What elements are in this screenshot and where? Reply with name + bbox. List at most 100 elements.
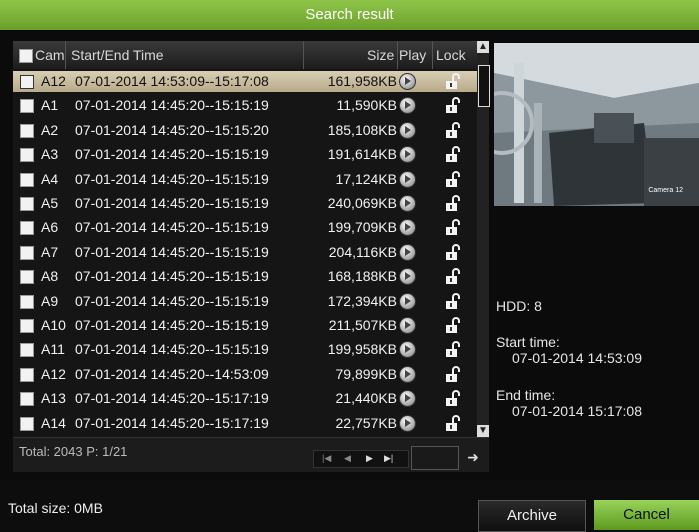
row-time: 07-01-2014 14:45:20--15:15:19 [75, 243, 269, 260]
row-time: 07-01-2014 14:45:20--15:15:19 [75, 341, 269, 358]
table-row[interactable]: A6 07-01-2014 14:45:20--15:15:19 199,709KB [13, 217, 477, 238]
table-header: Cam Start/End Time Size Play Lock [13, 41, 477, 69]
row-checkbox[interactable] [20, 75, 34, 89]
window-title: Search result [0, 0, 699, 30]
unlock-icon[interactable] [443, 121, 460, 139]
row-cam: A8 [41, 268, 59, 285]
unlock-icon[interactable] [443, 97, 460, 114]
first-page-icon[interactable]: |◀ [322, 453, 331, 464]
play-icon[interactable] [399, 73, 416, 90]
play-icon[interactable] [399, 414, 416, 432]
play-icon[interactable] [399, 365, 416, 383]
play-icon[interactable] [399, 341, 416, 359]
scroll-down-icon[interactable]: ▼ [477, 425, 489, 437]
unlock-icon[interactable] [443, 170, 460, 188]
last-page-icon[interactable]: ▶| [384, 453, 393, 464]
start-time-value: 07-01-2014 14:53:09 [512, 350, 642, 366]
row-checkbox[interactable] [20, 343, 34, 358]
table-footer: Total: 2043 P: 1/21 |◀ ◀ ▶ ▶| ➜ [13, 437, 489, 472]
row-checkbox[interactable] [20, 416, 34, 431]
page-number-input[interactable] [411, 446, 459, 470]
row-size: 22,757KB [335, 414, 398, 431]
header-size[interactable]: Size [367, 47, 394, 63]
row-checkbox[interactable] [20, 367, 34, 382]
row-checkbox[interactable] [20, 123, 34, 138]
table-row[interactable]: A12 07-01-2014 14:53:09--15:17:08 161,958K… [13, 71, 477, 92]
row-checkbox[interactable] [20, 172, 34, 187]
select-all-checkbox[interactable] [19, 49, 33, 63]
play-icon[interactable] [399, 97, 416, 115]
unlock-icon[interactable] [443, 341, 460, 358]
unlock-icon[interactable] [443, 292, 460, 310]
play-icon[interactable] [399, 292, 416, 310]
unlock-icon[interactable] [443, 73, 460, 90]
play-icon[interactable] [399, 195, 416, 212]
row-cam: A6 [41, 219, 59, 236]
row-size: 172,394KB [327, 292, 397, 309]
row-time: 07-01-2014 14:45:20--15:15:19 [75, 317, 269, 333]
table-scrollbar[interactable]: ▲ ▼ [477, 41, 490, 437]
row-time: 07-01-2014 14:45:20--15:15:20 [75, 121, 269, 138]
unlock-icon[interactable] [443, 317, 460, 334]
scroll-thumb[interactable] [478, 65, 490, 107]
row-size: 17,124KB [335, 170, 398, 187]
play-icon[interactable] [399, 390, 416, 408]
row-time: 07-01-2014 14:45:20--15:15:19 [75, 195, 269, 211]
row-checkbox[interactable] [20, 319, 34, 333]
table-row[interactable]: A11 07-01-2014 14:45:20--15:15:19 199,958K… [13, 339, 477, 360]
unlock-icon[interactable] [443, 390, 460, 407]
header-cam[interactable]: Cam [35, 47, 65, 63]
video-preview: Camera 12 [494, 43, 699, 206]
row-cam: A11 [41, 341, 65, 358]
unlock-icon[interactable] [443, 268, 460, 285]
table-row[interactable]: A8 07-01-2014 14:45:20--15:15:19 168,188KB [13, 266, 477, 287]
unlock-icon[interactable] [443, 195, 460, 212]
unlock-icon[interactable] [443, 414, 460, 432]
header-time[interactable]: Start/End Time [71, 47, 164, 63]
play-icon[interactable] [399, 170, 416, 188]
next-page-icon[interactable]: ▶ [366, 453, 373, 464]
row-checkbox[interactable] [20, 294, 34, 309]
row-cam: A4 [41, 170, 59, 187]
row-cam: A9 [41, 292, 59, 309]
table-row[interactable]: A2 07-01-2014 14:45:20--15:15:20 185,108KB [13, 120, 477, 141]
table-row[interactable]: A10 07-01-2014 14:45:20--15:15:19 211,507K… [13, 315, 477, 336]
table-row[interactable]: A9 07-01-2014 14:45:20--15:15:19 172,394KB [13, 291, 477, 312]
play-icon[interactable] [399, 268, 416, 286]
row-checkbox[interactable] [20, 148, 34, 163]
row-cam: A12 [41, 73, 66, 89]
table-row[interactable]: A3 07-01-2014 14:45:20--15:15:19 191,614KB [13, 144, 477, 165]
play-icon[interactable] [399, 317, 416, 334]
row-cam: A3 [41, 146, 59, 163]
table-row[interactable]: A1 07-01-2014 14:45:20--15:15:19 11,590KB [13, 95, 477, 116]
scroll-up-icon[interactable]: ▲ [477, 41, 489, 53]
row-checkbox[interactable] [20, 245, 34, 260]
row-cam: A5 [41, 195, 59, 211]
unlock-icon[interactable] [443, 219, 460, 236]
row-checkbox[interactable] [20, 197, 34, 211]
unlock-icon[interactable] [443, 365, 460, 383]
table-row[interactable]: A4 07-01-2014 14:45:20--15:15:19 17,124KB [13, 169, 477, 190]
row-time: 07-01-2014 14:45:20--14:53:09 [75, 365, 269, 382]
play-icon[interactable] [399, 146, 416, 164]
row-checkbox[interactable] [20, 392, 34, 407]
archive-button[interactable]: Archive [478, 500, 586, 532]
table-row[interactable]: A14 07-01-2014 14:45:20--15:17:19 22,757KB [13, 413, 477, 434]
prev-page-icon[interactable]: ◀ [344, 453, 351, 464]
table-row[interactable]: A13 07-01-2014 14:45:20--15:17:19 21,440KB [13, 388, 477, 409]
play-icon[interactable] [399, 219, 416, 237]
row-checkbox[interactable] [20, 270, 34, 285]
table-row[interactable]: A12 07-01-2014 14:45:20--14:53:09 79,899KB [13, 364, 477, 385]
play-icon[interactable] [399, 243, 416, 261]
row-size: 204,116KB [328, 243, 397, 260]
play-icon[interactable] [399, 121, 416, 139]
unlock-icon[interactable] [443, 243, 460, 261]
row-checkbox[interactable] [20, 99, 34, 114]
table-row[interactable]: A7 07-01-2014 14:45:20--15:15:19 204,116KB [13, 242, 477, 263]
unlock-icon[interactable] [443, 146, 460, 163]
table-row[interactable]: A5 07-01-2014 14:45:20--15:15:19 240,069KB [13, 193, 477, 214]
row-size: 161,958KB [327, 73, 397, 89]
row-checkbox[interactable] [20, 221, 34, 236]
go-page-arrow-icon[interactable]: ➜ [460, 446, 486, 468]
cancel-button[interactable]: Cancel [594, 500, 699, 530]
